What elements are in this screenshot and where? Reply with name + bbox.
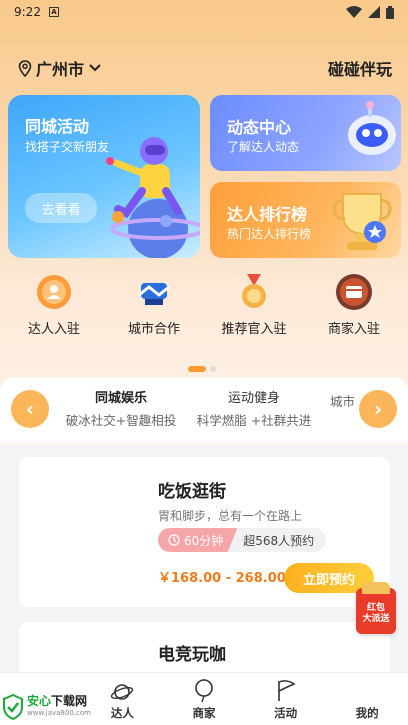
entry-label: 城市合作: [127, 322, 180, 337]
pager-dot: [210, 366, 216, 372]
entry-recommender-join[interactable]: 推荐官入驻: [204, 272, 304, 342]
activity-title: 电竞玩咖: [158, 645, 226, 665]
tab-merchant[interactable]: 商家: [164, 679, 244, 721]
chevron-down-icon: [89, 64, 101, 72]
entry-label: 达人入驻: [27, 322, 80, 337]
app-title: 碰碰伴玩: [327, 60, 392, 79]
ranking-title: 达人排行榜: [227, 205, 308, 224]
astronaut-planet-illustration: [106, 137, 200, 258]
tab-label: 达人: [110, 706, 134, 720]
price-range: ￥168.00 - 268.00: [158, 571, 286, 586]
dynamic-title: 动态中心: [227, 118, 292, 137]
go-see-button[interactable]: 去看看: [25, 193, 97, 223]
city-name: 广州市: [36, 60, 85, 79]
tab-mine[interactable]: 我的: [327, 681, 407, 721]
ranking-card[interactable]: 达人排行榜 热门达人排行榜: [210, 182, 401, 258]
watermark-logo: 安心下载网 www.java800.com: [2, 690, 106, 724]
medal-icon: [234, 272, 274, 312]
pager-dot-active: [188, 366, 206, 372]
category-tab-entertainment[interactable]: 同城娱乐 破冰社交+智趣相投: [62, 387, 180, 429]
same-city-title: 同城活动: [25, 117, 90, 136]
battery-icon: [386, 5, 394, 19]
top-header: 广州市 碰碰伴玩: [18, 56, 392, 80]
watermark-url: www.java800.com: [27, 709, 91, 717]
entry-city-cooperation[interactable]: 城市合作: [104, 272, 204, 342]
entry-expert-join[interactable]: 达人入驻: [4, 272, 104, 342]
tab-label: 商家: [192, 706, 216, 720]
booked-count-tag: 超568人预约: [229, 528, 327, 552]
duration-tag: 60分钟: [158, 528, 238, 552]
wifi-icon: [346, 6, 362, 18]
watermark-shield-icon: [3, 694, 23, 720]
handshake-icon: [134, 272, 174, 312]
category-desc: 科学燃脂 +社群共进: [196, 413, 312, 428]
shop-icon: [334, 272, 374, 312]
watermark-brand: 安心下载网: [27, 694, 88, 708]
category-name: 运动健身: [227, 391, 280, 406]
same-city-activity-card[interactable]: 同城活动 找搭子交新朋友 去看看: [8, 95, 200, 258]
signal-icon: [368, 6, 380, 18]
tab-label: 我的: [355, 706, 379, 720]
balloon-icon: [195, 679, 213, 703]
expert-badge-icon: [34, 272, 74, 312]
category-prev-button[interactable]: ‹: [11, 390, 49, 428]
flag-icon: [277, 680, 296, 701]
category-desc: 破冰社交+智趣相投: [65, 413, 177, 428]
location-pin-icon: [18, 59, 32, 77]
robot-fish-illustration: [348, 101, 396, 155]
activity-desc: 胃和脚步，总有一个在路上: [158, 509, 303, 523]
entry-merchant-join[interactable]: 商家入驻: [304, 272, 404, 342]
dynamic-center-card[interactable]: 动态中心 了解达人动态: [210, 95, 401, 171]
tab-label: 活动: [274, 706, 298, 720]
clock-icon: [168, 534, 180, 546]
red-packet-line1: 红包: [366, 603, 385, 613]
tab-activity[interactable]: 活动: [246, 679, 326, 721]
category-name: 同城娱乐: [95, 387, 147, 406]
category-tab-city[interactable]: 城市: [330, 387, 356, 410]
notification-icon: A: [48, 7, 59, 17]
duration-text: 60分钟: [184, 533, 224, 548]
ranking-subtitle: 热门达人排行榜: [227, 227, 312, 241]
city-selector[interactable]: 广州市: [18, 56, 102, 80]
activity-tags: 60分钟 超568人预约: [158, 528, 327, 552]
category-tab-fitness[interactable]: 运动健身 科学燃脂 +社群共进: [194, 387, 314, 429]
status-time: 9:22: [14, 5, 41, 19]
dynamic-subtitle: 了解达人动态: [227, 140, 300, 154]
planet-icon: [111, 684, 134, 700]
entry-label: 商家入驻: [327, 322, 380, 337]
red-packet-line2: 大派送: [362, 614, 390, 624]
trophy-icon: [332, 193, 392, 250]
category-desc: 城市: [330, 394, 356, 409]
status-bar: 9:22 A: [0, 0, 408, 24]
quick-entry-row: 达人入驻 城市合作 推荐官入驻 商家入驻: [0, 272, 408, 342]
activity-card[interactable]: 吃饭逛街 胃和脚步，总有一个在路上 60分钟 超568人预约 ￥168.00 -…: [19, 457, 390, 607]
category-next-button[interactable]: ›: [359, 390, 397, 428]
red-packet-button[interactable]: 红包 大派送: [356, 582, 396, 634]
entry-label: 推荐官入驻: [221, 322, 287, 337]
activity-title: 吃饭逛街: [158, 482, 226, 502]
banner-pager: [188, 366, 216, 372]
